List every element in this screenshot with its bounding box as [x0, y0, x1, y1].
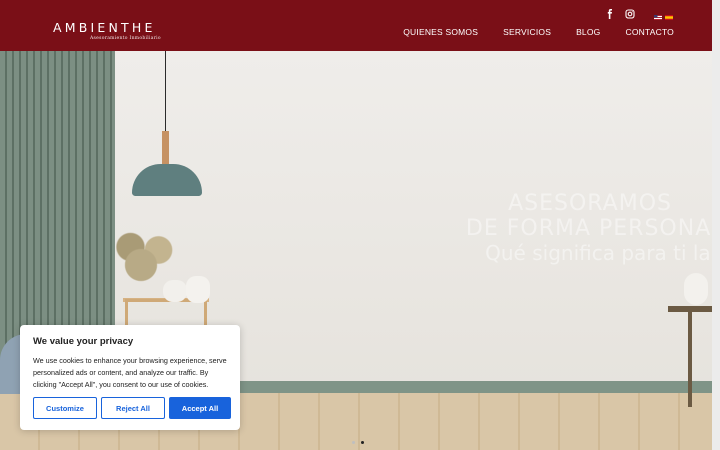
- plant-pot-illustration: [186, 276, 210, 303]
- nav-contacto[interactable]: CONTACTO: [625, 27, 674, 37]
- nav-servicios[interactable]: SERVICIOS: [503, 27, 551, 37]
- lamp-cord: [165, 51, 166, 133]
- page-scrollbar[interactable]: [712, 0, 720, 450]
- hero-line-1: ASESORAMOS: [508, 191, 672, 216]
- cookie-title: We value your privacy: [33, 336, 134, 347]
- cookie-consent-banner: We value your privacy We use cookies to …: [20, 325, 240, 430]
- customize-button[interactable]: Customize: [33, 397, 97, 419]
- vase-illustration: [684, 273, 708, 305]
- instagram-icon[interactable]: [625, 6, 635, 19]
- social-links: [605, 6, 635, 19]
- lamp-neck: [162, 131, 169, 166]
- nav-quienes-somos[interactable]: QUIENES SOMOS: [403, 27, 478, 37]
- side-table-leg: [688, 312, 692, 407]
- pendant-lamp-illustration: [132, 164, 202, 196]
- logo[interactable]: AMBIENTHE Asesoramiento Inmobiliario: [53, 20, 161, 41]
- site-header: AMBIENTHE Asesoramiento Inmobiliario QUI…: [0, 0, 712, 51]
- nav-blog[interactable]: BLOG: [576, 27, 600, 37]
- slider-dot-2[interactable]: [361, 441, 364, 444]
- slider-dot-1[interactable]: [352, 441, 355, 444]
- cookie-description: We use cookies to enhance your browsing …: [33, 356, 227, 389]
- accept-all-button[interactable]: Accept All: [169, 397, 231, 419]
- language-switcher: [654, 7, 673, 20]
- slider-dots: [352, 441, 364, 444]
- hero-line-2: DE FORMA PERSONALI: [465, 216, 712, 241]
- logo-tagline: Asesoramiento Inmobiliario: [90, 36, 161, 41]
- plant-pot-illustration: [163, 280, 187, 302]
- logo-wordmark: AMBIENTHE: [53, 20, 156, 35]
- page: AMBIENTHE Asesoramiento Inmobiliario QUI…: [0, 0, 720, 450]
- es-flag-icon[interactable]: [665, 7, 673, 20]
- main-nav: QUIENES SOMOS SERVICIOS BLOG CONTACTO: [403, 27, 674, 37]
- reject-all-button[interactable]: Reject All: [101, 397, 165, 419]
- cookie-actions: Customize Reject All Accept All: [33, 397, 231, 419]
- hero-line-3: Qué significa para ti la pa: [485, 241, 712, 265]
- hero-headline: ASESORAMOS DE FORMA PERSONALI Qué signif…: [466, 191, 712, 265]
- en-flag-icon[interactable]: [654, 7, 662, 20]
- facebook-icon[interactable]: [605, 6, 615, 19]
